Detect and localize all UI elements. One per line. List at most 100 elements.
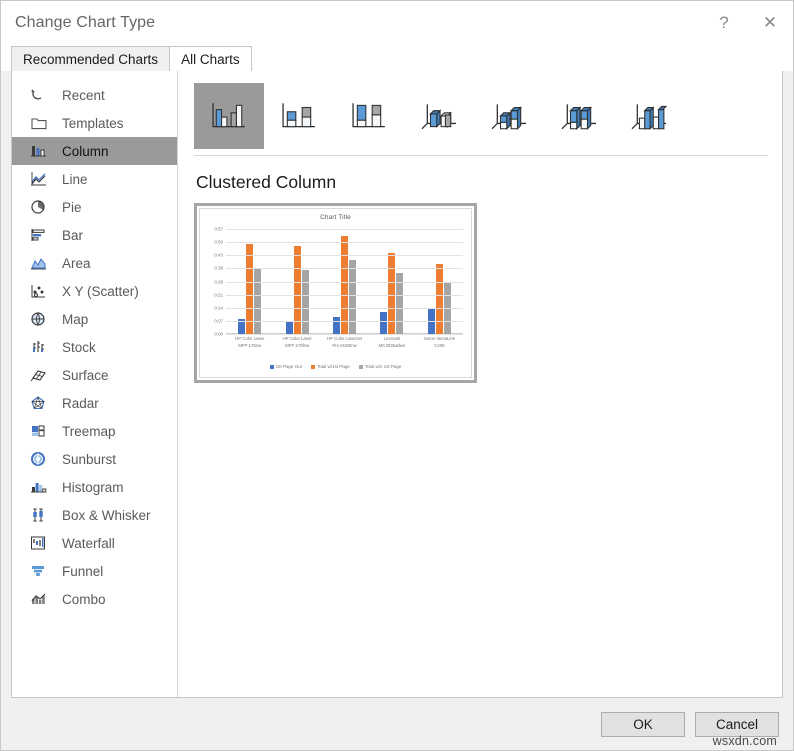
chart-subtype-stacked-column[interactable]: [264, 83, 334, 149]
chart-subtype-3d-column[interactable]: [614, 83, 684, 149]
legend-label: Total w/1st Page: [317, 364, 350, 369]
sidebar-item-label: Waterfall: [62, 536, 115, 551]
category-label-line: MFP 178nw: [227, 343, 272, 350]
chart-preview-selected[interactable]: Chart Title 0:570:500:430:360:280:210:14…: [194, 203, 477, 383]
bar-series-2: [341, 236, 348, 334]
chart-subtype-3d-clustered-column[interactable]: [404, 83, 474, 149]
category-label-line: MC2535adwe: [369, 343, 414, 350]
chart-subtype-100-stacked-column[interactable]: [334, 83, 404, 149]
sidebar-item-label: Combo: [62, 592, 106, 607]
histogram-icon: [28, 477, 50, 497]
waterfall-icon: [28, 533, 50, 553]
sidebar-item-label: Line: [62, 172, 88, 187]
chart-subtype-3d-stacked-column[interactable]: [474, 83, 544, 149]
legend-swatch: [359, 365, 363, 369]
sidebar-item-column[interactable]: Column: [12, 137, 177, 165]
surface-icon: [28, 365, 50, 385]
y-axis-tick-label: 0:50: [214, 239, 223, 244]
map-icon: [28, 309, 50, 329]
sidebar-item-area[interactable]: Area: [12, 249, 177, 277]
legend-item: Total w/1st Page: [311, 364, 350, 369]
sidebar-item-waterfall[interactable]: Waterfall: [12, 529, 177, 557]
bar-series-3: [349, 260, 356, 334]
legend-label: Total w/o 1st Page: [365, 364, 402, 369]
sidebar-item-label: Radar: [62, 396, 99, 411]
scatter-icon: [28, 281, 50, 301]
legend-item: Total w/o 1st Page: [359, 364, 402, 369]
chart-subtype-3d-100-stacked-column[interactable]: [544, 83, 614, 149]
radar-icon: [28, 393, 50, 413]
sidebar-item-templates[interactable]: Templates: [12, 109, 177, 137]
watermark: wsxdn.com: [713, 734, 777, 748]
bar-series-1: [286, 321, 293, 334]
ok-button[interactable]: OK: [601, 712, 685, 737]
tab-recommended-charts[interactable]: Recommended Charts: [11, 46, 170, 71]
bar-series-1: [380, 312, 387, 334]
sidebar-item-combo[interactable]: Combo: [12, 585, 177, 613]
category-label-line: Pro M180nw: [322, 343, 367, 350]
sidebar-item-label: Pie: [62, 200, 82, 215]
gridline: [226, 334, 463, 335]
chart-preview: Chart Title 0:570:500:430:360:280:210:14…: [199, 208, 472, 378]
sidebar-item-label: Sunburst: [62, 452, 116, 467]
gridline: [226, 268, 463, 269]
sidebar-item-line[interactable]: Line: [12, 165, 177, 193]
subtype-title: Clustered Column: [196, 172, 768, 193]
sidebar-item-histogram[interactable]: Histogram: [12, 473, 177, 501]
gridline: [226, 308, 463, 309]
x-axis-labels: HP Color LaserMFP 178nwHP Color LaserMFP…: [226, 336, 463, 350]
sidebar-item-box-whisker[interactable]: Box & Whisker: [12, 501, 177, 529]
sidebar-item-stock[interactable]: Stock: [12, 333, 177, 361]
sunburst-icon: [28, 449, 50, 469]
legend-item: 1st Page Out: [270, 364, 302, 369]
sidebar-item-map[interactable]: Map: [12, 305, 177, 333]
legend-swatch: [270, 365, 274, 369]
category-label-line: Xerox VersaLink: [417, 336, 462, 343]
sidebar-item-funnel[interactable]: Funnel: [12, 557, 177, 585]
templates-icon: [28, 113, 50, 133]
bar-series-1: [333, 317, 340, 334]
dialog-title: Change Chart Type: [15, 14, 155, 32]
chart-subtype-clustered-column[interactable]: [194, 83, 264, 149]
legend-swatch: [311, 365, 315, 369]
y-axis-tick-label: 0:14: [214, 306, 223, 311]
sidebar-item-label: Area: [62, 256, 91, 271]
dialog-footer: OK Cancel wsxdn.com: [1, 699, 793, 750]
change-chart-type-dialog: Change Chart Type ? ✕ Recommended Charts…: [0, 0, 794, 751]
sidebar-item-label: Treemap: [62, 424, 116, 439]
window-controls: ? ✕: [701, 1, 793, 45]
close-icon[interactable]: ✕: [747, 1, 793, 45]
bar-series-2: [436, 264, 443, 334]
y-axis-tick-label: 0:43: [214, 252, 223, 257]
sidebar-item-treemap[interactable]: Treemap: [12, 417, 177, 445]
sidebar-item-label: Column: [62, 144, 109, 159]
sidebar-item-label: Histogram: [62, 480, 124, 495]
sidebar-item-bar[interactable]: Bar: [12, 221, 177, 249]
sidebar-item-pie[interactable]: Pie: [12, 193, 177, 221]
sidebar-item-surface[interactable]: Surface: [12, 361, 177, 389]
sidebar-item-radar[interactable]: Radar: [12, 389, 177, 417]
sidebar-item-label: Bar: [62, 228, 83, 243]
gridline: [226, 295, 463, 296]
sidebar-item-label: Stock: [62, 340, 96, 355]
tab-all-charts[interactable]: All Charts: [169, 46, 252, 71]
sidebar-item-label: Templates: [62, 116, 124, 131]
chart-plot-area: 0:570:500:430:360:280:210:140:070:00: [226, 229, 463, 334]
title-bar: Change Chart Type ? ✕: [1, 1, 793, 45]
chart-legend: 1st Page Out Total w/1st Page Total w/o 1s…: [200, 364, 471, 369]
chart-subtype-row: [194, 83, 768, 156]
sidebar-item-recent[interactable]: Recent: [12, 81, 177, 109]
sidebar-item-x-y-scatter[interactable]: X Y (Scatter): [12, 277, 177, 305]
column-icon: [28, 141, 50, 161]
sidebar-item-label: Recent: [62, 88, 105, 103]
pie-icon: [28, 197, 50, 217]
box-whisker-icon: [28, 505, 50, 525]
area-icon: [28, 253, 50, 273]
sidebar-item-sunburst[interactable]: Sunburst: [12, 445, 177, 473]
gridline: [226, 255, 463, 256]
x-axis-category-label: Xerox VersaLinkC405: [416, 336, 463, 350]
chart-type-pane: Clustered Column Chart Title 0:570:500:4…: [178, 71, 782, 697]
dialog-body: Recent Templates Column Line Pie Bar Area X Y (…: [11, 70, 783, 698]
sidebar-item-label: X Y (Scatter): [62, 284, 139, 299]
help-icon[interactable]: ?: [701, 1, 747, 45]
